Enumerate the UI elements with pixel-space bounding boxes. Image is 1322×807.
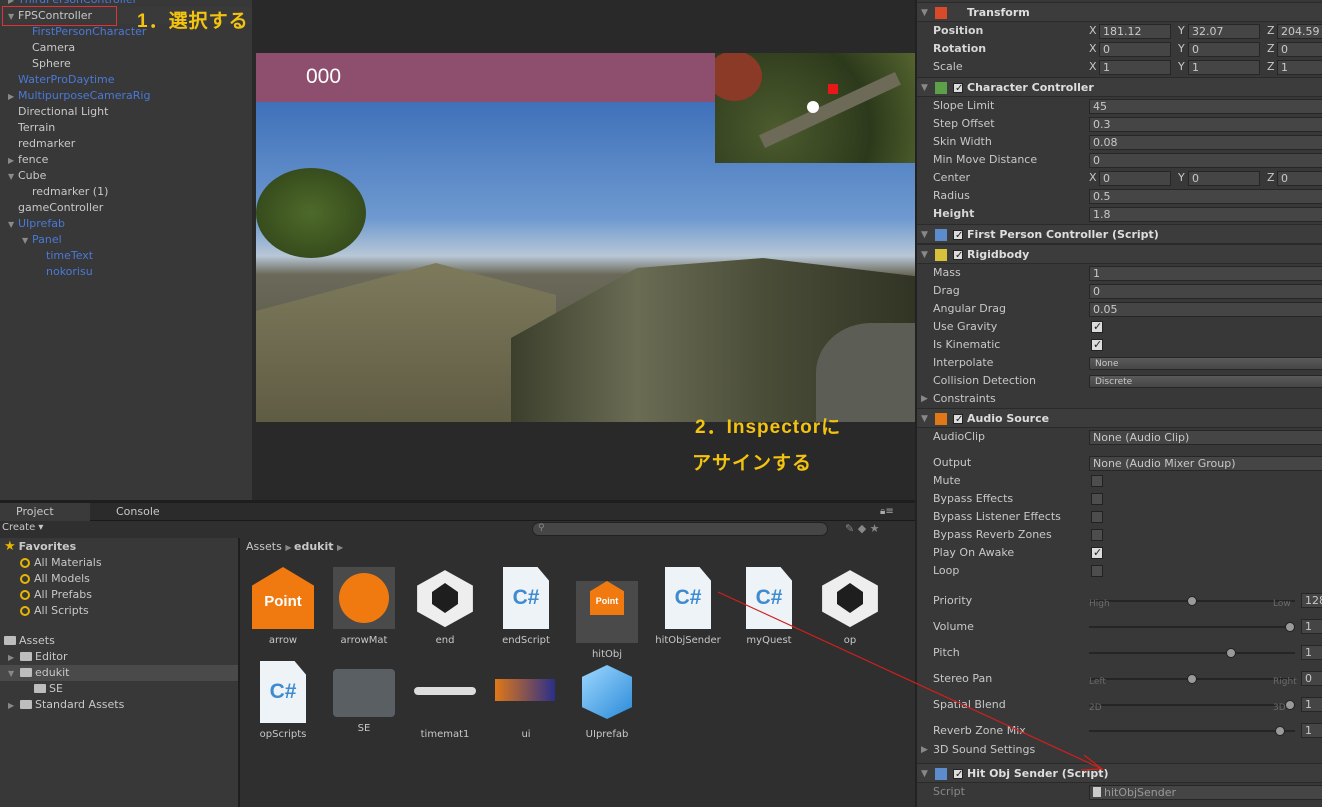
assign-arrow	[717, 591, 1104, 771]
assign-arrow-line	[717, 591, 1101, 769]
